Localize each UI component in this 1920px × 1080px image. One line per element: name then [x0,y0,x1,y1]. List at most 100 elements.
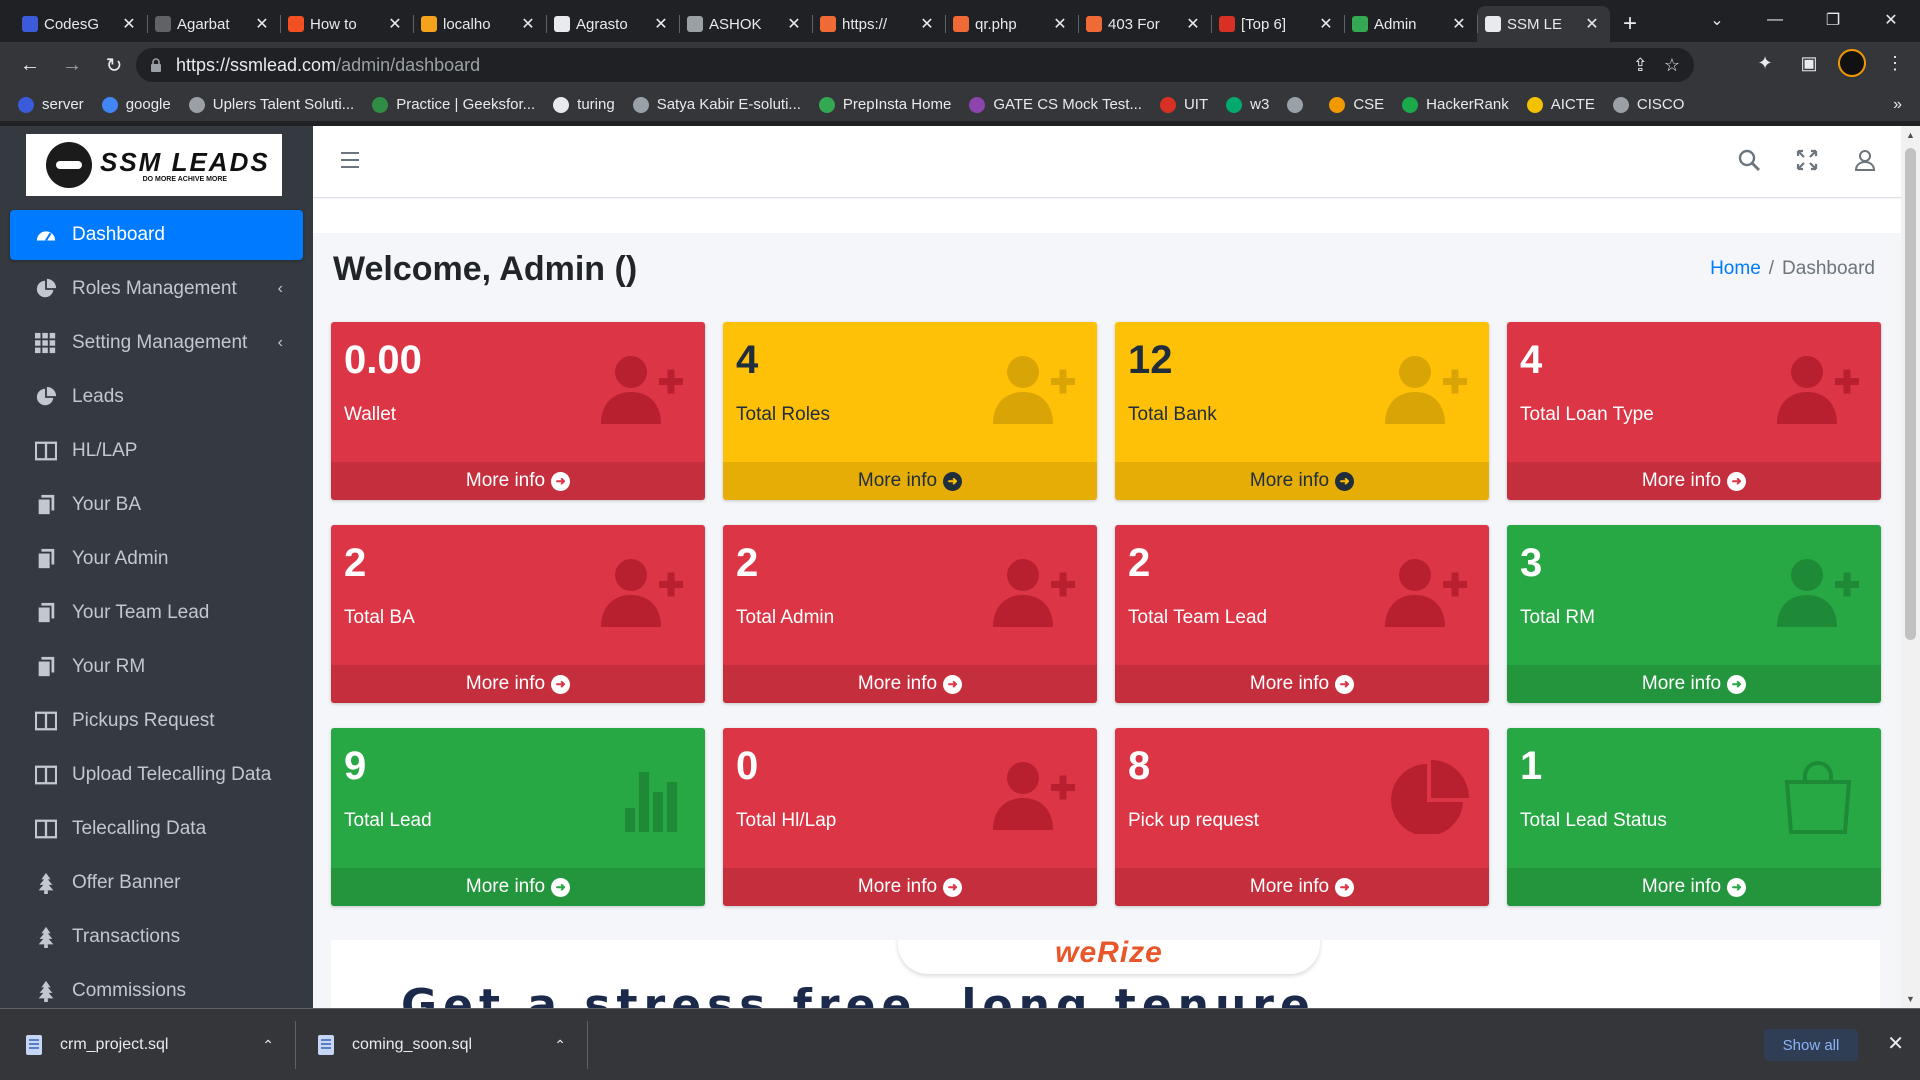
tab-close-icon[interactable]: ✕ [121,14,137,34]
bookmark-item[interactable]: google [101,96,171,113]
sidebar-item-telecalling-data[interactable]: Telecalling Data [10,804,303,854]
bookmark-item[interactable]: server [18,96,84,113]
close-shelf-icon[interactable]: ✕ [1887,1031,1904,1056]
forward-icon[interactable]: → [54,47,90,83]
sidebar-item-upload-telecalling-data[interactable]: Upload Telecalling Data [10,750,303,800]
browser-tab[interactable]: qr.php ✕ [945,6,1078,42]
bookmark-item[interactable]: PrepInsta Home [818,96,951,113]
hamburger-menu-icon[interactable] [341,152,359,168]
share-icon[interactable]: ⇪ [1633,55,1648,76]
extensions-puzzle-icon[interactable]: ✦ [1750,48,1780,78]
scroll-down-arrow-icon[interactable]: ▼ [1905,994,1916,1004]
chevron-left-icon[interactable]: ‹ [278,280,283,298]
bookmark-item[interactable]: UIT [1159,96,1208,113]
browser-tab[interactable]: How to ✕ [280,6,413,42]
minimize-icon[interactable]: — [1746,0,1804,40]
sidebar-item-your-ba[interactable]: Your BA [10,480,303,530]
bookmark-item[interactable]: Practice | Geeksfor... [372,96,535,113]
tab-close-icon[interactable]: ✕ [1185,14,1201,34]
browser-tab[interactable]: Agrasto ✕ [546,6,679,42]
bookmark-item[interactable]: HackerRank [1402,96,1509,113]
sidebar-item-dashboard[interactable]: Dashboard [10,210,303,260]
more-info-link[interactable]: More info ➜ [1507,868,1881,906]
side-panel-icon[interactable]: ▣ [1794,48,1824,78]
more-info-link[interactable]: More info ➜ [1115,868,1489,906]
bookmark-item[interactable]: w3 [1226,96,1269,113]
chevron-up-icon[interactable]: ⌃ [554,1037,566,1054]
more-info-link[interactable]: More info ➜ [723,868,1097,906]
more-info-link[interactable]: More info ➜ [331,868,705,906]
bookmark-item[interactable]: Uplers Talent Soluti... [188,96,354,113]
download-item[interactable]: coming_soon.sql ⌃ [318,1019,566,1071]
show-all-downloads-button[interactable]: Show all [1764,1029,1858,1061]
sidebar-item-commissions[interactable]: Commissions [10,966,303,1008]
download-item[interactable]: crm_project.sql ⌃ [26,1019,274,1071]
address-bar[interactable]: https://ssmlead.com/admin/dashboard ⇪ ☆ [136,48,1694,82]
tab-close-icon[interactable]: ✕ [919,14,935,34]
back-icon[interactable]: ← [12,47,48,83]
sidebar-item-your-team-lead[interactable]: Your Team Lead [10,588,303,638]
browser-tab[interactable]: SSM LE ✕ [1477,6,1610,42]
restore-icon[interactable]: ❐ [1804,0,1862,40]
sidebar-item-hl-lap[interactable]: HL/LAP [10,426,303,476]
brand-logo[interactable]: SSM LEADS DO MORE ACHIVE MORE [26,134,282,196]
browser-tab[interactable]: localho ✕ [413,6,546,42]
sidebar-item-offer-banner[interactable]: Offer Banner [10,858,303,908]
more-info-link[interactable]: More info ➜ [1115,665,1489,703]
bookmark-item[interactable]: GATE CS Mock Test... [969,96,1142,113]
search-icon[interactable] [1737,148,1761,172]
more-info-link[interactable]: More info ➜ [1507,665,1881,703]
more-info-link[interactable]: More info ➜ [331,665,705,703]
tab-close-icon[interactable]: ✕ [1584,14,1600,34]
browser-tab[interactable]: Agarbat ✕ [147,6,280,42]
scrollbar-thumb[interactable] [1905,148,1916,640]
tab-close-icon[interactable]: ✕ [1318,14,1334,34]
tab-close-icon[interactable]: ✕ [254,14,270,34]
sidebar-item-transactions[interactable]: Transactions [10,912,303,962]
browser-tab[interactable]: CodesG ✕ [14,6,147,42]
profile-avatar[interactable] [1838,49,1866,77]
more-info-link[interactable]: More info ➜ [1507,462,1881,500]
browser-tab[interactable]: [Top 6] ✕ [1211,6,1344,42]
browser-tab[interactable]: Admin ✕ [1344,6,1477,42]
new-tab-button[interactable]: + [1610,6,1650,42]
bookmarks-overflow-button[interactable]: » [1893,96,1902,114]
menu-kebab-icon[interactable]: ⋮ [1880,48,1910,78]
sidebar-item-your-rm[interactable]: Your RM [10,642,303,692]
more-info-link[interactable]: More info ➜ [331,462,705,500]
bookmark-item[interactable] [1287,96,1311,113]
bookmark-item[interactable]: CSE [1329,96,1384,113]
user-icon[interactable] [1853,148,1877,172]
bookmark-item[interactable]: AICTE [1526,96,1595,113]
chevron-left-icon[interactable]: ‹ [278,334,283,352]
page-scrollbar[interactable]: ▲ ▼ [1901,126,1920,1008]
tab-close-icon[interactable]: ✕ [520,14,536,34]
bookmark-star-icon[interactable]: ☆ [1664,55,1680,76]
reload-icon[interactable]: ↻ [96,47,132,83]
bookmark-item[interactable]: CISCO [1612,96,1684,113]
tab-close-icon[interactable]: ✕ [1052,14,1068,34]
sidebar-item-pickups-request[interactable]: Pickups Request [10,696,303,746]
more-info-link[interactable]: More info ➜ [723,665,1097,703]
tab-close-icon[interactable]: ✕ [653,14,669,34]
sidebar-item-leads[interactable]: Leads [10,372,303,422]
sidebar-item-your-admin[interactable]: Your Admin [10,534,303,584]
tab-close-icon[interactable]: ✕ [1451,14,1467,34]
tab-close-icon[interactable]: ✕ [786,14,802,34]
scroll-up-arrow-icon[interactable]: ▲ [1905,130,1916,140]
sidebar-item-roles-management[interactable]: Roles Management ‹ [10,264,303,314]
breadcrumb-home-link[interactable]: Home [1710,258,1761,279]
tab-close-icon[interactable]: ✕ [387,14,403,34]
browser-tab[interactable]: ASHOK ✕ [679,6,812,42]
chevron-up-icon[interactable]: ⌃ [262,1037,274,1054]
more-info-link[interactable]: More info ➜ [723,462,1097,500]
sidebar-item-setting-management[interactable]: Setting Management ‹ [10,318,303,368]
bookmark-item[interactable]: turing [553,96,615,113]
bookmark-item[interactable]: Satya Kabir E-soluti... [632,96,801,113]
browser-tab[interactable]: https:// ✕ [812,6,945,42]
tab-search-icon[interactable]: ⌄ [1688,0,1746,40]
fullscreen-icon[interactable] [1795,148,1819,172]
close-window-icon[interactable]: ✕ [1862,0,1920,40]
more-info-link[interactable]: More info ➜ [1115,462,1489,500]
browser-tab[interactable]: 403 For ✕ [1078,6,1211,42]
